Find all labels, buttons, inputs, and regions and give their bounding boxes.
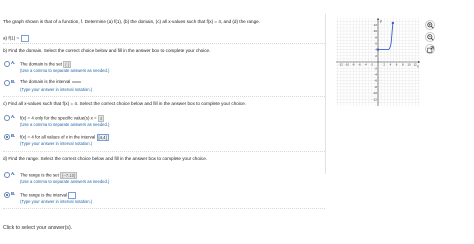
y-axis-label: y [380, 19, 382, 23]
part-c-option-b-text: f(x) = 4 for all values of x in the inte… [20, 134, 96, 140]
curve-start-point [376, 48, 380, 51]
function-graph: yx12108642-2-4-6-8-10-12-12 -10 -8 -6 -4 -2 2 4… [336, 18, 420, 106]
x-tick-label: 8 [402, 63, 404, 67]
zoom-in-icon [426, 21, 434, 29]
x-tick-label: 2 [383, 63, 385, 67]
part-c-option-b-answer-box[interactable]: [4,4] [96, 134, 109, 141]
divider [3, 151, 325, 152]
part-c-option-a-text: f(x) = 4 only for the specific value(s) … [20, 115, 97, 121]
part-d-option-a-letter: A. [11, 171, 16, 176]
part-b-option-a-hint: (Use a comma to separate answers as need… [20, 68, 110, 73]
x-tick-label: 6 [396, 63, 398, 67]
part-b-prompt: b) Find the domain. Select the correct c… [3, 48, 211, 53]
y-tick-label: -12 [373, 97, 378, 101]
divider [3, 208, 325, 209]
part-b-option-a-text: The domain is the set [20, 61, 62, 67]
part-c-option-b-hint: (Type your answer in interval notation.) [20, 141, 93, 146]
part-a-label: a) f(1) = [3, 35, 20, 41]
x-axis-arrow [418, 61, 420, 63]
popout-icon [426, 45, 434, 53]
part-d-option-b-hint: (Type your answer in interval notation.) [20, 199, 93, 204]
part-d-option-a: The range is the set {−7,10} [20, 172, 78, 179]
part-b-option-b-radio[interactable] [4, 80, 10, 86]
panel-divider [325, 14, 326, 174]
y-tick-label: -10 [373, 91, 378, 95]
part-d-option-a-text: The range is the set [20, 172, 59, 178]
x-tick-label: -4 [364, 63, 367, 67]
y-tick-label: 8 [375, 35, 377, 39]
part-c-option-a-answer-box[interactable]: 4 [97, 115, 105, 122]
x-tick-label: 4 [390, 63, 392, 67]
part-c-option-a-letter: A. [11, 114, 16, 119]
part-d-option-a-hint: (Use a comma to separate answers as need… [20, 179, 110, 184]
part-b-option-b-hint: (Type your answer in interval notation.) [20, 87, 93, 92]
part-b-option-a: The domain is the set { } [20, 61, 72, 68]
part-c-option-b-radio[interactable] [4, 134, 10, 140]
x-tick-label: -2 [371, 63, 374, 67]
zoom-in-button[interactable] [425, 20, 435, 30]
part-d-option-b-text: The range is the interval [20, 192, 68, 198]
part-a-row: a) f(1) = [3, 35, 29, 42]
popout-button[interactable] [425, 44, 435, 54]
y-tick-label: 12 [374, 23, 378, 27]
y-tick-label: 2 [375, 54, 377, 58]
x-tick-label: -8 [352, 63, 355, 67]
part-a-answer-box[interactable] [20, 35, 29, 42]
part-b-option-b-text: The domain is the interval [20, 79, 71, 84]
x-tick-label: 12 [414, 63, 418, 67]
x-axis-label: x [417, 65, 419, 69]
part-c-option-a-hint: (Use a comma to separate answers as need… [20, 122, 110, 127]
divider [3, 96, 325, 97]
function-curve-path [378, 22, 394, 51]
part-d-option-b: The range is the interval [20, 192, 77, 199]
x-tick-label: -12 [339, 63, 344, 67]
part-d-option-b-letter: B. [11, 191, 16, 196]
graph-tick-labels: yx12108642-2-4-6-8-10-12-12 -10 -8 -6 -4 -2 2 4… [339, 19, 419, 101]
part-d-option-b-radio[interactable] [4, 192, 10, 198]
part-b-option-a-letter: A. [11, 60, 16, 65]
part-b-option-a-radio[interactable] [4, 61, 10, 67]
part-d-option-a-radio[interactable] [4, 172, 10, 178]
y-tick-label: -4 [374, 73, 377, 77]
part-c-prompt: c) Find all x-values such that f(x) = 4.… [3, 101, 246, 106]
part-d-prompt: d) Find the range. Select the correct ch… [3, 156, 208, 161]
y-tick-label: 6 [375, 42, 377, 46]
zoom-out-button[interactable] [425, 32, 435, 42]
part-d-option-b-answer-box[interactable] [68, 192, 77, 199]
part-b-option-b-letter: B. [11, 79, 16, 84]
part-c-option-a: f(x) = 4 only for the specific value(s) … [20, 115, 105, 122]
part-c-option-b: f(x) = 4 for all values of x in the inte… [20, 134, 109, 141]
part-c-option-b-letter: B. [11, 133, 16, 138]
footer-instruction: Click to select your answer(s). [3, 225, 73, 231]
divider [3, 43, 325, 44]
y-tick-label: -8 [374, 85, 377, 89]
part-b-option-b: The domain is the interval [20, 79, 81, 84]
x-tick-label: -10 [345, 63, 350, 67]
part-c-option-a-radio[interactable] [4, 115, 10, 121]
y-axis-arrow [377, 18, 379, 20]
x-tick-label: 10 [407, 63, 411, 67]
y-tick-label: -6 [374, 79, 377, 83]
part-b-option-a-answer-box[interactable]: { } [63, 61, 72, 68]
y-tick-label: 10 [374, 29, 378, 33]
zoom-out-icon [426, 33, 434, 41]
curve-end-point [391, 21, 395, 25]
question-intro: The graph shown is that of a function, f… [3, 19, 260, 24]
x-tick-label: -6 [358, 63, 361, 67]
part-b-option-b-answer-box[interactable] [71, 80, 81, 83]
part-d-option-a-answer-box[interactable]: {−7,10} [60, 172, 78, 179]
y-tick-label: -2 [374, 66, 377, 70]
